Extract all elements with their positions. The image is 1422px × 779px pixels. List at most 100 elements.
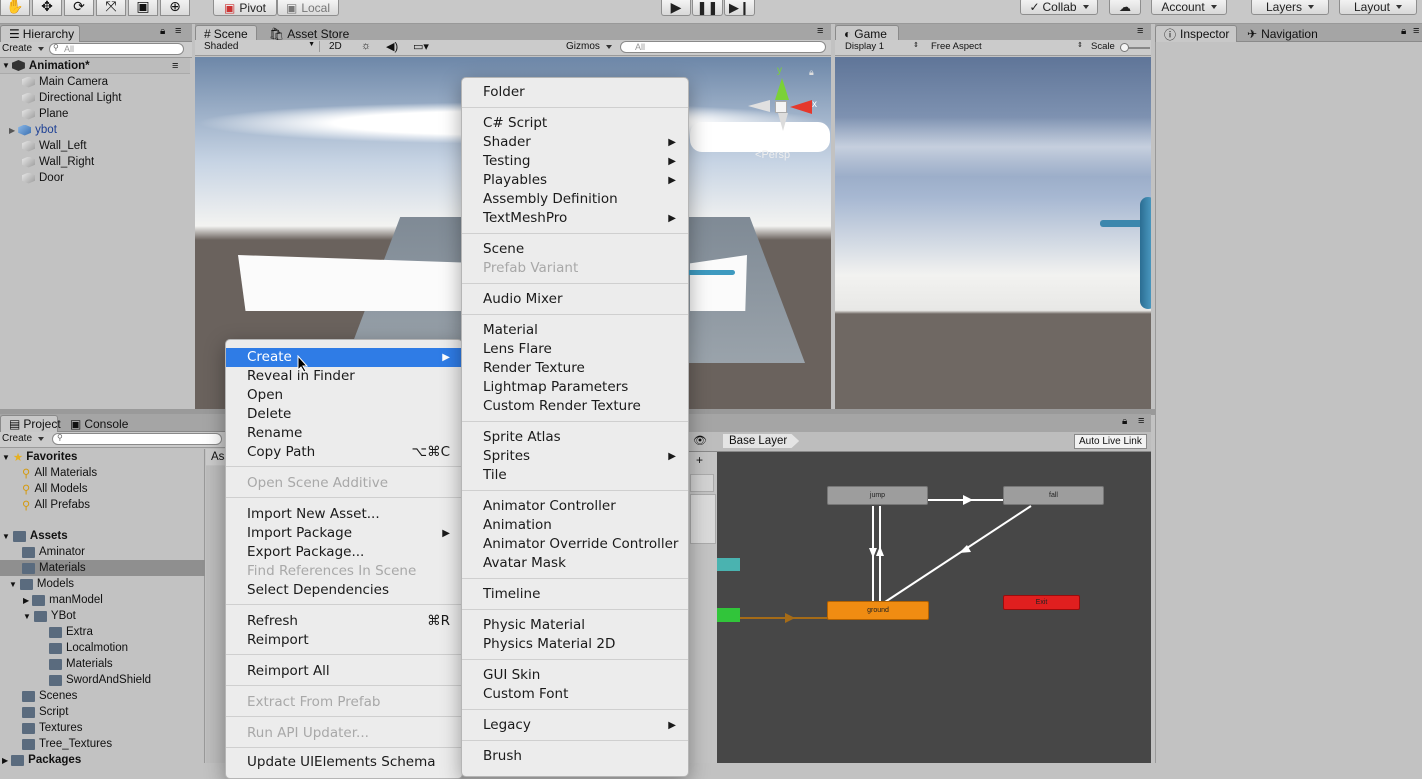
panel-menu-icon[interactable]: ≡ (175, 25, 181, 37)
favorite-item[interactable]: ⚲ All Models (0, 481, 190, 497)
menu-item-copy-path[interactable]: Copy Path ⌥⌘C (226, 443, 462, 462)
create-item-brush[interactable]: Brush (462, 747, 688, 766)
create-item-csharp-script[interactable]: C# Script (462, 114, 688, 133)
create-item-lens-flare[interactable]: Lens Flare (462, 340, 688, 359)
expand-arrow-icon[interactable]: ▼ (2, 453, 10, 462)
tab-inspector[interactable]: ⓘ Inspector (1155, 25, 1237, 42)
create-item-animator-override-controller[interactable]: Animator Override Controller (462, 535, 688, 554)
folder-item[interactable]: ▼ YBot (0, 608, 190, 624)
add-layer-icon[interactable]: + (696, 453, 703, 467)
hierarchy-item[interactable]: Wall_Left (0, 138, 190, 154)
hierarchy-item[interactable]: Door (0, 170, 190, 186)
menu-item-reimport[interactable]: Reimport (226, 631, 462, 650)
expand-arrow-icon[interactable]: ▶ (2, 756, 8, 765)
audio-toggle-icon[interactable]: ◀) (386, 40, 398, 53)
tab-console[interactable]: ▣ Console (62, 415, 136, 432)
create-item-shader[interactable]: Shader ▶ (462, 133, 688, 152)
project-create-dropdown[interactable]: Create (2, 433, 44, 444)
state-ground[interactable]: ground (827, 601, 929, 620)
folder-item[interactable]: Materials (0, 560, 205, 576)
lighting-toggle-icon[interactable]: ☼ (361, 40, 371, 52)
create-item-playables[interactable]: Playables ▶ (462, 171, 688, 190)
move-tool-icon[interactable]: ✥ (32, 0, 62, 16)
hand-tool-icon[interactable]: ✋ (0, 0, 30, 16)
layout-dropdown[interactable]: Layout (1339, 0, 1417, 15)
project-search-input[interactable] (52, 433, 222, 445)
persp-label[interactable]: <Persp (755, 149, 790, 161)
layer-breadcrumb[interactable]: Base Layer (723, 434, 800, 448)
hierarchy-create-dropdown[interactable]: Create (2, 43, 44, 54)
create-item-sprites[interactable]: Sprites ▶ (462, 447, 688, 466)
any-state-node[interactable] (717, 558, 740, 571)
gizmo-y-cone[interactable] (775, 78, 789, 100)
scene-menu-icon[interactable]: ≡ (172, 60, 178, 72)
layer-slot[interactable] (690, 494, 716, 544)
eye-icon[interactable]: 👁︎ (693, 434, 707, 447)
gizmo-neg-z-cone[interactable] (778, 113, 788, 131)
favorite-item[interactable]: ⚲ All Prefabs (0, 497, 190, 513)
menu-item-reveal-in-finder[interactable]: Reveal in Finder (226, 367, 462, 386)
scale-tool-icon[interactable]: ⤧ (96, 0, 126, 16)
layers-dropdown[interactable]: Layers (1251, 0, 1329, 15)
menu-item-import-new-asset[interactable]: Import New Asset... (226, 505, 462, 524)
menu-item-open[interactable]: Open (226, 386, 462, 405)
scene-search-input[interactable]: All (620, 41, 826, 53)
create-item-scene[interactable]: Scene (462, 240, 688, 259)
menu-item-export-package[interactable]: Export Package... (226, 543, 462, 562)
folder-item[interactable]: Aminator (0, 544, 190, 560)
state-fall[interactable]: fall (1003, 486, 1104, 505)
expand-arrow-icon[interactable]: ▶ (9, 126, 15, 135)
create-item-testing[interactable]: Testing ▶ (462, 152, 688, 171)
play-button[interactable]: ▶ (661, 0, 691, 16)
create-item-sprite-atlas[interactable]: Sprite Atlas (462, 428, 688, 447)
hierarchy-search-input[interactable]: All (49, 43, 184, 55)
hierarchy-item[interactable]: Main Camera (0, 74, 190, 90)
menu-item-create[interactable]: Create ▶ (226, 348, 462, 367)
menu-item-refresh[interactable]: Refresh ⌘R (226, 612, 462, 631)
lock-icon[interactable]: 🔒︎ (160, 26, 165, 37)
create-item-lightmap-parameters[interactable]: Lightmap Parameters (462, 378, 688, 397)
create-item-custom-render-texture[interactable]: Custom Render Texture (462, 397, 688, 416)
panel-menu-icon[interactable]: ≡ (1137, 25, 1143, 37)
panel-menu-icon[interactable]: ≡ (1413, 25, 1419, 37)
folder-item[interactable]: Script (0, 704, 190, 720)
scene-gizmo[interactable]: y x <Persp (748, 65, 818, 161)
menu-item-reimport-all[interactable]: Reimport All (226, 662, 462, 681)
folder-item[interactable]: Textures (0, 720, 190, 736)
shading-dropdown[interactable]: Shaded ▼ (204, 41, 320, 52)
folder-item[interactable]: Materials (0, 656, 190, 672)
hierarchy-item[interactable]: ▶ ybot (0, 122, 190, 138)
expand-arrow-icon[interactable]: ▶ (23, 596, 29, 605)
lock-icon[interactable]: 🔒︎ (1122, 416, 1127, 427)
layer-slot[interactable] (690, 474, 714, 492)
hierarchy-item[interactable]: Plane (0, 106, 190, 122)
display-dropdown[interactable]: Display 1 ⇕ (845, 41, 919, 52)
gizmo-center-cube[interactable] (775, 101, 787, 113)
cloud-button[interactable]: ☁ (1109, 0, 1141, 15)
folder-item[interactable]: ▼ Models (0, 576, 190, 592)
panel-menu-icon[interactable]: ≡ (1138, 415, 1144, 427)
folder-item[interactable]: ▶ manModel (0, 592, 190, 608)
create-item-audio-mixer[interactable]: Audio Mixer (462, 290, 688, 309)
animator-graph[interactable]: jump fall ground Exit (717, 452, 1151, 763)
create-item-tile[interactable]: Tile (462, 466, 688, 485)
favorites-row[interactable]: ▼ ★ Favorites (0, 449, 190, 465)
folder-item[interactable]: SwordAndShield (0, 672, 190, 688)
create-item-folder[interactable]: Folder (462, 83, 688, 102)
favorite-item[interactable]: ⚲ All Materials (0, 465, 190, 481)
aspect-dropdown[interactable]: Free Aspect ⇕ (931, 41, 1083, 52)
pause-button[interactable]: ❚❚ (692, 0, 723, 16)
assets-row[interactable]: ▼ Assets (0, 528, 190, 544)
packages-row[interactable]: ▶ Packages (0, 752, 190, 768)
rect-tool-icon[interactable]: ▣ (128, 0, 158, 16)
step-button[interactable]: ▶❙ (724, 0, 755, 16)
menu-item-rename[interactable]: Rename (226, 424, 462, 443)
account-dropdown[interactable]: Account (1151, 0, 1227, 15)
gizmo-lock-icon[interactable]: 🔒︎ (809, 67, 814, 78)
create-item-timeline[interactable]: Timeline (462, 585, 688, 604)
create-item-render-texture[interactable]: Render Texture (462, 359, 688, 378)
create-item-custom-font[interactable]: Custom Font (462, 685, 688, 704)
folder-item[interactable]: Tree_Textures (0, 736, 190, 752)
scale-slider[interactable] (1120, 43, 1150, 52)
folder-item[interactable]: Extra (0, 624, 190, 640)
